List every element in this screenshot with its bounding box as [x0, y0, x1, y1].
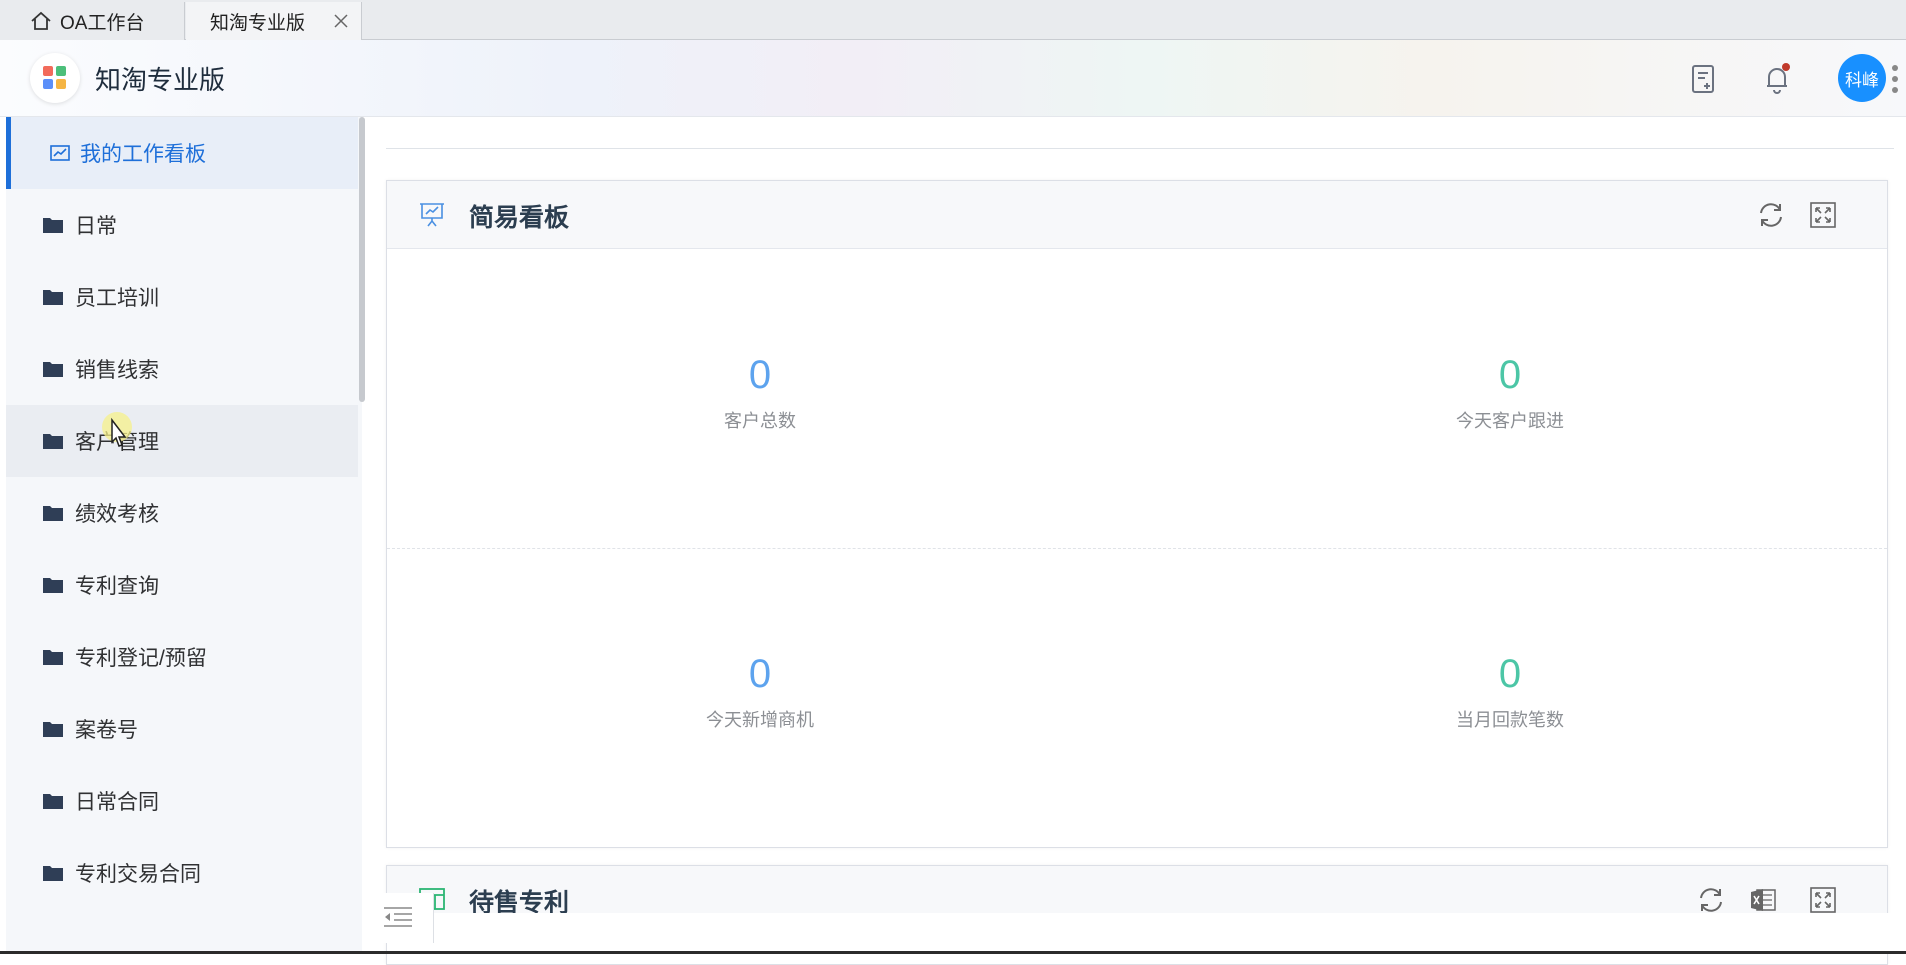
document-icon[interactable] [1688, 62, 1718, 96]
main-content: 简易看板 0 客户总数 0 今天客户跟进 0 今天新增商机 0 当月回款笔数 待… [366, 117, 1906, 965]
bell-icon[interactable] [1762, 62, 1792, 96]
stat-value: 0 [748, 353, 772, 397]
sidebar: 我的工作看板 日常 员工培训 销售线索 客户管理 绩效考核 专利查询 专利登记/… [6, 117, 365, 954]
divider [386, 148, 1894, 149]
sidebar-item-label: 绩效考核 [75, 503, 159, 526]
folder-icon [43, 722, 63, 737]
folder-icon [43, 290, 63, 305]
sidebar-item-label: 我的工作看板 [80, 143, 206, 166]
card-header: 简易看板 [387, 181, 1887, 249]
sidebar-item-label: 员工培训 [75, 287, 159, 310]
sidebar-scrollbar[interactable] [359, 117, 365, 402]
sidebar-item-label: 专利交易合同 [75, 863, 201, 886]
sidebar-item-label: 专利登记/预留 [75, 647, 207, 670]
folder-icon [43, 578, 63, 593]
sidebar-item-work-board[interactable]: 我的工作看板 [6, 117, 358, 189]
card-title: 简易看板 [469, 204, 570, 232]
sidebar-item-daily-contract[interactable]: 日常合同 [6, 765, 358, 837]
app-title: 知淘专业版 [95, 65, 226, 95]
sidebar-item-performance[interactable]: 绩效考核 [6, 477, 358, 549]
folder-icon [43, 506, 63, 521]
sidebar-item-customers[interactable]: 客户管理 [6, 405, 358, 477]
browser-tab-oa[interactable]: OA工作台 [0, 2, 185, 40]
fullscreen-icon[interactable] [1807, 199, 1839, 231]
folder-icon [43, 866, 63, 881]
sidebar-collapse-button[interactable] [366, 893, 434, 943]
app-logo [30, 53, 80, 103]
browser-tab-label: OA工作台 [60, 12, 145, 34]
simple-dashboard-card: 简易看板 0 客户总数 0 今天客户跟进 0 今天新增商机 0 当月回款笔数 [386, 180, 1888, 848]
sidebar-item-sales-leads[interactable]: 销售线索 [6, 333, 358, 405]
sidebar-item-label: 日常 [75, 215, 117, 238]
stat-value: 0 [1498, 353, 1522, 397]
refresh-icon[interactable] [1695, 884, 1727, 916]
sidebar-item-daily[interactable]: 日常 [6, 189, 358, 261]
app-grid-icon [43, 66, 66, 89]
more-vertical-icon[interactable] [1891, 64, 1899, 94]
sidebar-item-label: 销售线索 [75, 359, 159, 382]
divider [387, 548, 1887, 549]
bottom-strip [434, 913, 1906, 954]
sidebar-item-training[interactable]: 员工培训 [6, 261, 358, 333]
stat-today-opportunities[interactable]: 0 今天新增商机 [610, 652, 910, 732]
stat-value: 0 [1498, 652, 1522, 696]
app-header: 知淘专业版 科峰 [0, 40, 1906, 117]
sidebar-item-label: 案卷号 [75, 719, 138, 742]
stat-monthly-payments[interactable]: 0 当月回款笔数 [1360, 652, 1660, 732]
stat-today-followups[interactable]: 0 今天客户跟进 [1360, 353, 1660, 433]
stat-label: 客户总数 [724, 411, 796, 431]
sidebar-item-patent-trade-contract[interactable]: 专利交易合同 [6, 837, 358, 909]
sidebar-item-label: 日常合同 [75, 791, 159, 814]
folder-icon [43, 650, 63, 665]
browser-tab-strip: OA工作台 知淘专业版 [0, 0, 1906, 40]
stat-label: 今天新增商机 [706, 710, 814, 730]
stat-label: 今天客户跟进 [1456, 411, 1564, 431]
browser-tab-zhitao[interactable]: 知淘专业版 [186, 2, 362, 40]
fullscreen-icon[interactable] [1807, 884, 1839, 916]
stat-total-customers[interactable]: 0 客户总数 [610, 353, 910, 433]
chart-icon [50, 145, 70, 161]
browser-tab-label: 知淘专业版 [210, 12, 306, 34]
home-icon [31, 11, 51, 30]
folder-icon [43, 218, 63, 233]
stats-grid: 0 客户总数 0 今天客户跟进 0 今天新增商机 0 当月回款笔数 [387, 249, 1887, 849]
stat-value: 0 [748, 652, 772, 696]
folder-icon [43, 794, 63, 809]
folder-icon [43, 362, 63, 377]
indent-collapse-icon [384, 907, 412, 927]
sidebar-item-patent-search[interactable]: 专利查询 [6, 549, 358, 621]
refresh-icon[interactable] [1755, 199, 1787, 231]
stat-label: 当月回款笔数 [1456, 710, 1564, 730]
sidebar-item-case-number[interactable]: 案卷号 [6, 693, 358, 765]
sidebar-item-patent-registration[interactable]: 专利登记/预留 [6, 621, 358, 693]
excel-export-icon[interactable] [1747, 884, 1779, 916]
mouse-cursor-icon [102, 412, 132, 447]
sidebar-item-label: 专利查询 [75, 575, 159, 598]
presentation-board-icon [420, 203, 444, 227]
close-icon[interactable] [333, 13, 349, 29]
user-avatar[interactable]: 科峰 [1838, 54, 1886, 102]
folder-icon [43, 434, 63, 449]
